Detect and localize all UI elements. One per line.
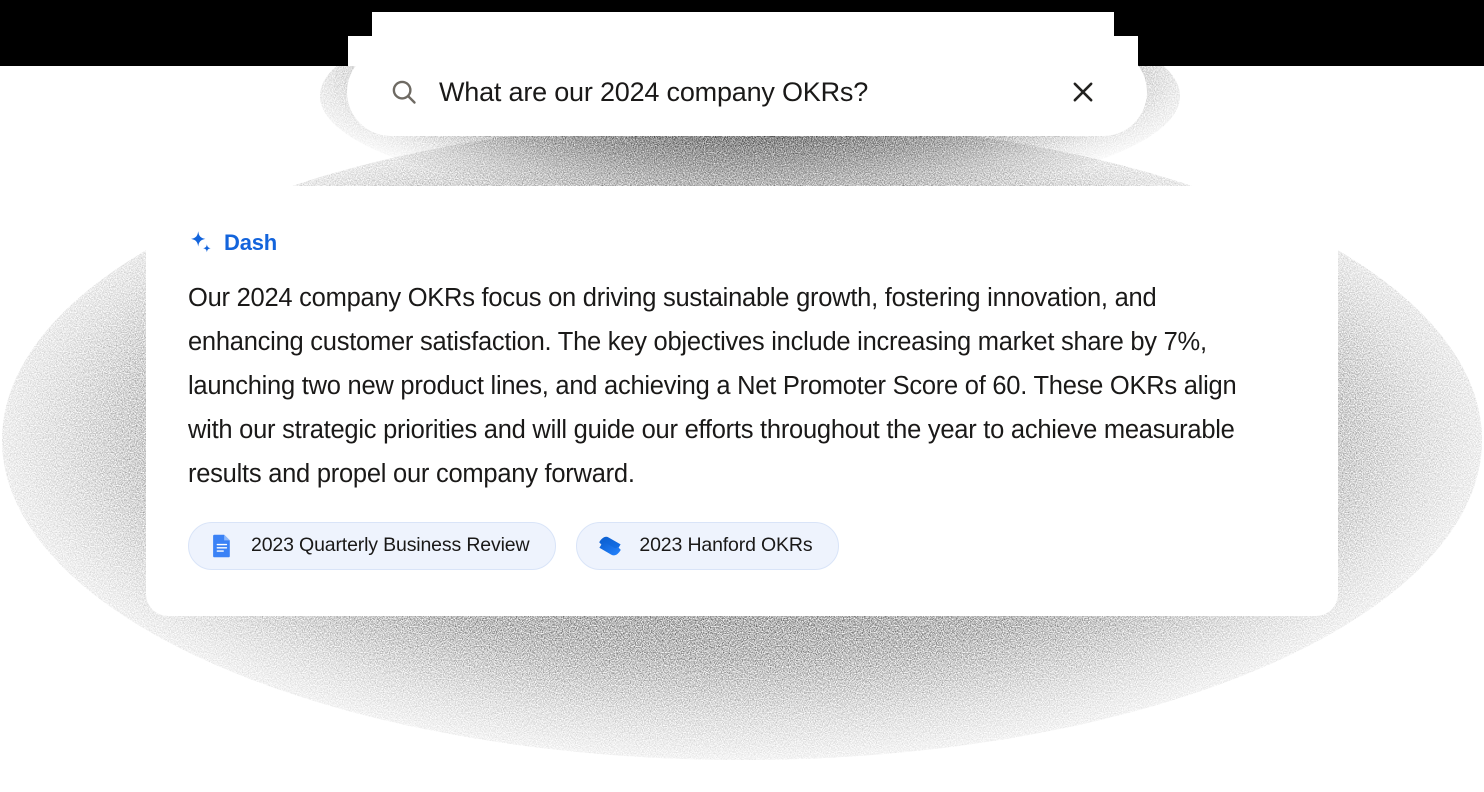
search-bar[interactable] [347, 48, 1147, 136]
search-icon [387, 75, 421, 109]
confluence-icon [599, 536, 622, 556]
search-input[interactable] [439, 76, 1063, 108]
source-chip-google-docs[interactable]: 2023 Quarterly Business Review [188, 522, 557, 570]
source-chip-label: 2023 Hanford OKRs [639, 534, 813, 557]
dash-label: Dash [224, 230, 277, 255]
answer-card: Dash Our 2024 company OKRs focus on driv… [146, 186, 1338, 616]
answer-card-container: Dash Our 2024 company OKRs focus on driv… [146, 186, 1338, 616]
dash-header: Dash [188, 230, 1296, 256]
source-chip-label: 2023 Quarterly Business Review [251, 534, 530, 557]
page-background: Dash Our 2024 company OKRs focus on driv… [0, 0, 1484, 792]
sparkle-icon [191, 231, 211, 253]
google-docs-icon [213, 534, 230, 558]
search-bar-container [347, 48, 1147, 136]
clear-search-button[interactable] [1063, 72, 1103, 112]
source-chip-confluence[interactable]: 2023 Hanford OKRs [576, 522, 840, 570]
source-chip-list: 2023 Quarterly Business Review 2023 Hanf… [188, 522, 1296, 570]
answer-text: Our 2024 company OKRs focus on driving s… [188, 284, 1237, 488]
